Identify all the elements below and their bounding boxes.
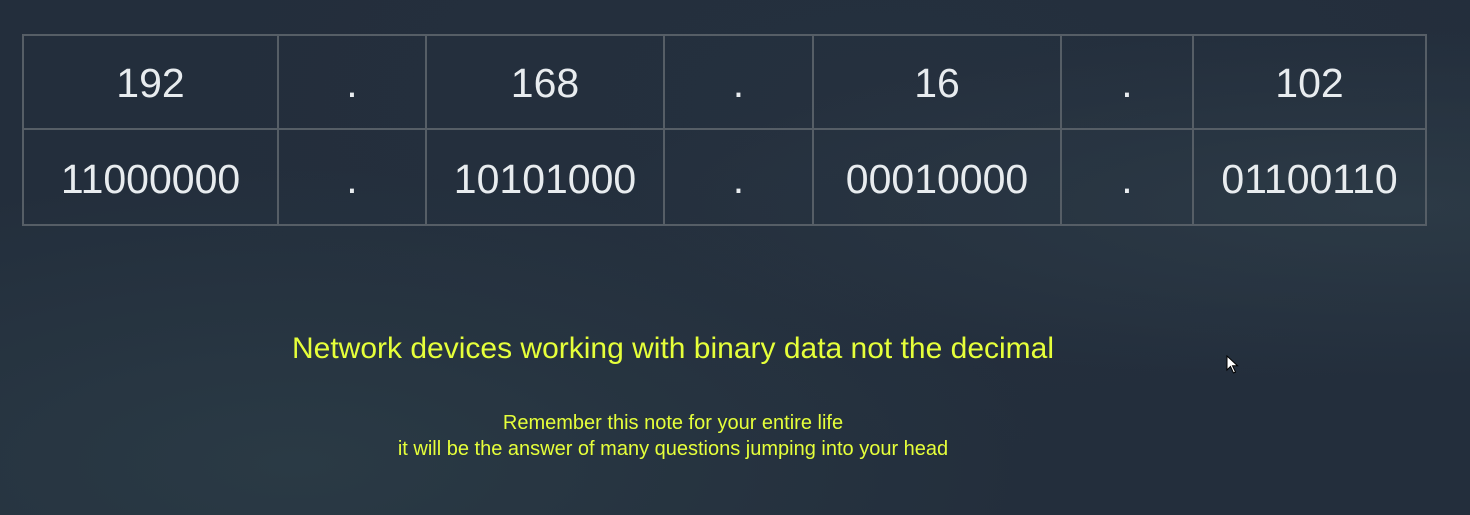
mouse-pointer-icon [1226,355,1239,374]
headline-text: Network devices working with binary data… [291,332,1055,365]
decimal-octet-2: 168 [425,34,665,130]
binary-octet-4: 01100110 [1192,128,1427,226]
dot-separator: . [663,128,814,226]
binary-octet-3: 00010000 [812,128,1062,226]
dot-separator: . [663,34,814,130]
ip-address-table: 192 . 168 . 16 . 102 11000000 . 10101000… [22,34,1427,226]
dot-separator: . [1060,128,1194,226]
dot-separator: . [1060,34,1194,130]
note-line-2: it will be the answer of many questions … [397,438,949,460]
dot-separator: . [277,128,427,226]
binary-octet-2: 10101000 [425,128,665,226]
decimal-octet-4: 102 [1192,34,1427,130]
dot-separator: . [277,34,427,130]
decimal-octet-1: 192 [22,34,279,130]
binary-row: 11000000 . 10101000 . 00010000 . 0110011… [22,128,1427,226]
decimal-octet-3: 16 [812,34,1062,130]
decimal-row: 192 . 168 . 16 . 102 [22,34,1427,130]
binary-octet-1: 11000000 [22,128,279,226]
note-line-1: Remember this note for your entire life [502,412,844,434]
